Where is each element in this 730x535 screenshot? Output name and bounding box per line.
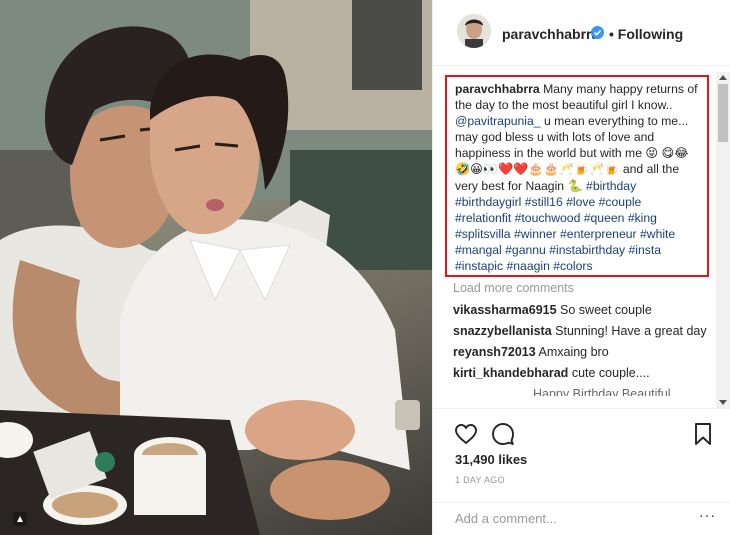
hashtag-link[interactable]: #relationfit [455, 211, 511, 225]
hashtag-link[interactable]: #gannu [505, 243, 546, 257]
hashtag-link[interactable]: #birthdaygirl [455, 195, 521, 209]
post-side-panel: paravchhabrra • Following paravchhabrra … [432, 0, 730, 535]
hashtag-link[interactable]: #touchwood [515, 211, 581, 225]
caption: paravchhabrra Many many happy returns of… [445, 75, 709, 277]
like-count[interactable]: 31,490 likes [455, 452, 527, 467]
scroll-up-arrow-icon[interactable] [719, 75, 727, 80]
comment-item: vikassharma6915 So sweet couple [453, 302, 715, 318]
comment-text: So sweet couple [560, 303, 652, 317]
comment-item: kirti_khandebharad cute couple.... [453, 365, 715, 381]
carousel-icon [13, 512, 27, 526]
comment-item: reyansh72013 Amxaing bro [453, 344, 715, 360]
comment-text: Stunning! Have a great day [555, 324, 707, 338]
hashtag-link[interactable]: #insta [629, 243, 662, 257]
hashtag-link[interactable]: #still16 [525, 195, 563, 209]
scroll-down-arrow-icon[interactable] [719, 400, 727, 405]
hashtag-link[interactable]: #enterpreneur [560, 227, 637, 241]
hashtag-link[interactable]: #splitsvilla [455, 227, 511, 241]
comment-text: Amxaing bro [538, 345, 609, 359]
hashtag-link[interactable]: #white [640, 227, 675, 241]
add-comment-input[interactable]: Add a comment... [455, 511, 557, 526]
heart-icon[interactable] [454, 422, 478, 446]
follow-status-button[interactable]: • Following [609, 26, 683, 42]
comment-username[interactable]: snazzybellanista [453, 324, 552, 338]
comment-composer: Add a comment... ··· [433, 502, 730, 535]
post-actions: 31,490 likes 1 DAY AGO [433, 408, 730, 502]
hashtag-link[interactable]: #couple [599, 195, 642, 209]
hashtag-link[interactable]: #king [628, 211, 657, 225]
hashtag-link[interactable]: #love [566, 195, 595, 209]
caption-username[interactable]: paravchhabrra [455, 82, 540, 96]
hashtag-link[interactable]: #instabirthday [549, 243, 625, 257]
load-more-comments-link[interactable]: Load more comments [453, 280, 715, 296]
hashtag-link[interactable]: #naagin [507, 259, 550, 273]
hashtag-link[interactable]: #birthday [586, 179, 636, 193]
caption-emoji-2: 🐍 [567, 178, 583, 193]
bookmark-icon[interactable] [691, 422, 715, 446]
comment-icon[interactable] [491, 422, 515, 446]
couple-photo-illustration [0, 0, 432, 535]
header-username[interactable]: paravchhabrra [502, 26, 599, 42]
avatar[interactable] [457, 14, 491, 48]
comment-text: cute couple.... [571, 366, 650, 380]
post-header: paravchhabrra • Following [433, 0, 730, 66]
caption-emoji-1: 😝 [645, 146, 659, 161]
comment-item: snazzybellanista Stunning! Have a great … [453, 323, 715, 339]
hashtag-link[interactable]: #mangal [455, 243, 502, 257]
scrollbar-thumb[interactable] [718, 84, 728, 142]
hashtag-link[interactable]: #queen [584, 211, 625, 225]
comment-username[interactable]: vikassharma6915 [453, 303, 557, 317]
comments-list: Load more comments vikassharma6915 So sw… [453, 280, 715, 396]
hashtag-link[interactable]: #instapic [455, 259, 503, 273]
post-photo[interactable] [0, 0, 432, 535]
comment-text: Happy Birthday Beautiful [533, 387, 671, 396]
comment-item-partial: Happy Birthday Beautiful [453, 386, 715, 396]
comments-scrollbar[interactable] [716, 72, 730, 408]
hashtag-link[interactable]: #winner [514, 227, 557, 241]
more-options-icon[interactable]: ··· [699, 507, 716, 523]
comment-username[interactable]: kirti_khandebharad [453, 366, 568, 380]
verified-icon [591, 26, 604, 39]
avatar-image [457, 14, 491, 48]
comment-username[interactable]: reyansh72013 [453, 345, 536, 359]
follow-separator: • [609, 26, 614, 42]
caption-mention[interactable]: @pavitrapunia_ [455, 114, 541, 128]
follow-status-label: Following [617, 26, 684, 42]
hashtag-link[interactable]: #colors [553, 259, 592, 273]
post-timestamp[interactable]: 1 DAY AGO [455, 475, 505, 485]
